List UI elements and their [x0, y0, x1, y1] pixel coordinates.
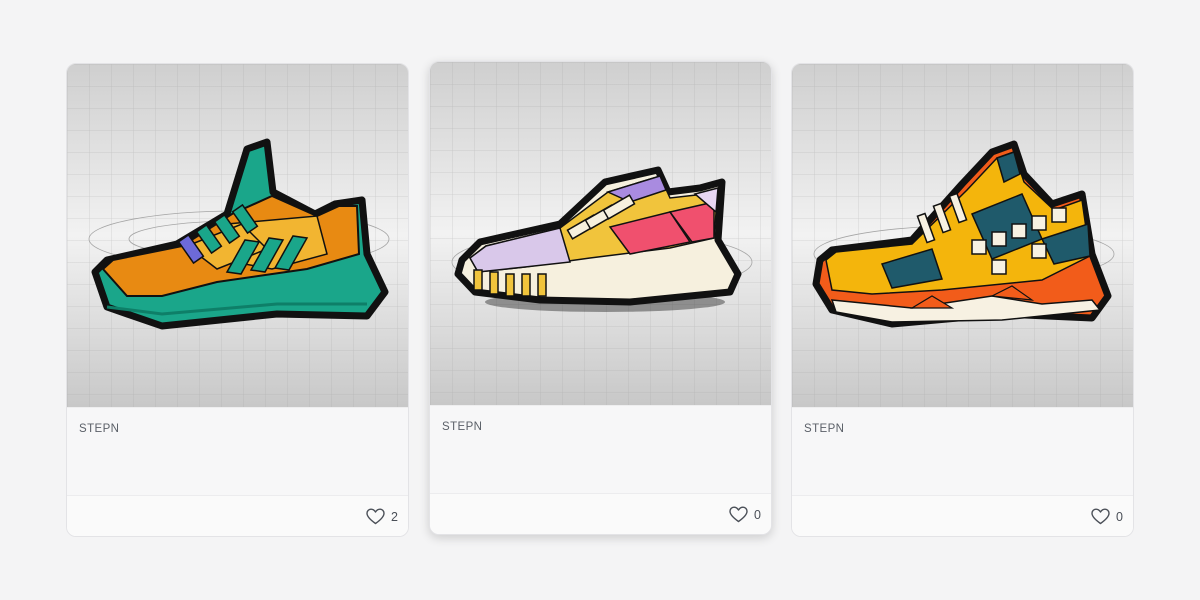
heart-icon[interactable]: [366, 508, 385, 525]
collection-name[interactable]: STEPN: [442, 421, 482, 433]
like-count: 0: [1116, 509, 1123, 524]
sneaker-image[interactable]: [430, 62, 771, 405]
heart-icon[interactable]: [729, 506, 748, 523]
sneaker-artwork: [67, 64, 408, 407]
nft-card[interactable]: STEPN 2: [66, 63, 409, 537]
nft-card[interactable]: STEPN 0: [791, 63, 1134, 537]
collection-name[interactable]: STEPN: [804, 423, 844, 435]
like-button[interactable]: 2: [366, 508, 398, 525]
collection-name[interactable]: STEPN: [79, 423, 119, 435]
nft-card[interactable]: STEPN 0: [429, 61, 772, 535]
card-footer: 0: [430, 493, 771, 534]
card-info: STEPN: [430, 405, 771, 494]
nft-card-grid: STEPN 2 STEPN 0 STEPN 0: [0, 0, 1200, 600]
sneaker-image[interactable]: [792, 64, 1133, 407]
like-button[interactable]: 0: [1091, 508, 1123, 525]
card-info: STEPN: [67, 407, 408, 496]
sneaker-artwork: [430, 62, 771, 405]
like-count: 0: [754, 507, 761, 522]
like-count: 2: [391, 509, 398, 524]
card-footer: 0: [792, 495, 1133, 536]
card-info: STEPN: [792, 407, 1133, 496]
sneaker-artwork: [792, 64, 1133, 407]
sneaker-image[interactable]: [67, 64, 408, 407]
card-footer: 2: [67, 495, 408, 536]
like-button[interactable]: 0: [729, 506, 761, 523]
heart-icon[interactable]: [1091, 508, 1110, 525]
